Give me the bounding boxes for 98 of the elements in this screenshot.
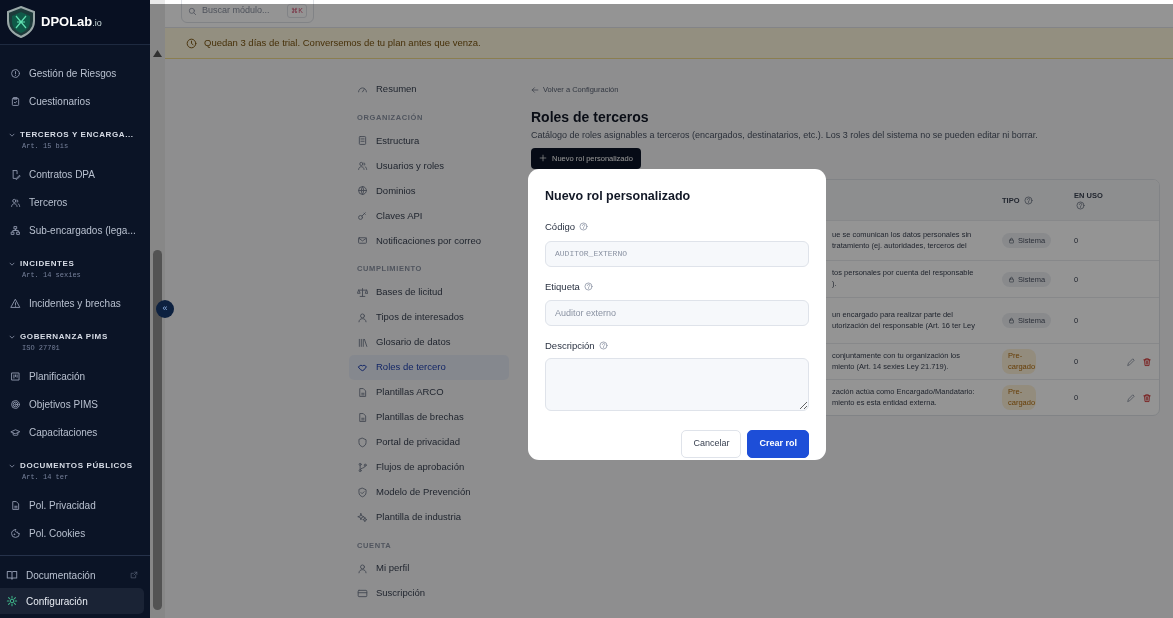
field-label: Descripción [545, 338, 595, 353]
document-icon [357, 411, 368, 423]
settings-nav-item[interactable]: Modelo de Prevención [349, 479, 509, 505]
users-icon [10, 196, 21, 208]
cancel-button[interactable]: Cancelar [681, 430, 742, 458]
sidebar-item[interactable]: Contratos DPA [0, 160, 150, 188]
graduation-cap-icon [10, 426, 21, 438]
sidebar-item[interactable]: Configuración [0, 588, 144, 614]
key-icon [357, 210, 368, 222]
field-label: Código [545, 219, 576, 234]
description-field[interactable] [545, 358, 809, 411]
settings-nav-item[interactable]: Estructura [349, 128, 509, 154]
shield-icon [357, 436, 368, 448]
settings-nav-item[interactable]: Portal de privacidad [349, 429, 509, 455]
hierarchy-icon [10, 224, 21, 236]
gauge-icon [357, 84, 368, 95]
help-icon [1023, 195, 1033, 205]
help-icon [579, 222, 589, 232]
label-field[interactable]: Auditor externo [545, 299, 809, 326]
lock-icon [1008, 275, 1015, 283]
globe-icon [357, 185, 368, 197]
envelope-icon [357, 235, 368, 247]
sidebar-item[interactable]: Sub-encargados (lega... [0, 216, 150, 244]
book-icon [6, 569, 18, 581]
brand-name: DPOLab.io [41, 13, 102, 32]
sidebar-item[interactable]: Pol. Cookies [0, 519, 150, 547]
settings-nav-item[interactable]: Mi perfil [349, 555, 509, 581]
plus-icon [539, 154, 547, 163]
arrow-left-icon [531, 86, 539, 94]
settings-nav-item[interactable]: Suscripción [349, 580, 509, 606]
sidebar-item[interactable]: Planificación [0, 362, 150, 390]
sidebar-item[interactable]: Incidentes y brechas [0, 289, 150, 317]
document-pen-icon [10, 168, 21, 180]
help-icon [583, 282, 593, 292]
alert-icon [10, 67, 21, 79]
cookie-icon [10, 527, 21, 539]
settings-nav-item[interactable]: Usuarios y roles [349, 153, 509, 179]
document-icon [10, 499, 21, 511]
help-icon [598, 341, 608, 351]
sidebar-item[interactable]: Objetivos PIMS [0, 390, 150, 418]
settings-nav-item[interactable]: Roles de tercero [349, 354, 509, 380]
settings-nav-item[interactable]: Plantilla de industria [349, 504, 509, 530]
section-header[interactable]: GOBERNANZA PIMS [8, 331, 150, 343]
warning-icon [10, 297, 21, 309]
settings-nav-item[interactable]: Flujos de aprobación [349, 454, 509, 480]
collapse-button[interactable]: « [156, 300, 174, 318]
shield-logo-icon [6, 6, 36, 38]
card-icon [357, 587, 368, 599]
settings-nav-item[interactable]: Glosario de datos [349, 329, 509, 355]
building-icon [357, 135, 368, 147]
settings-nav-item[interactable]: Claves API [349, 203, 509, 229]
books-icon [357, 336, 368, 348]
delete-icon[interactable] [1142, 356, 1152, 367]
sidebar-item[interactable]: Documentación [0, 562, 144, 588]
sidebar-item[interactable]: Capacitaciones [0, 418, 150, 446]
scroll-up-arrow-icon[interactable] [153, 50, 162, 57]
scrollbar[interactable] [150, 0, 165, 618]
sidebar-item[interactable]: Pol. Privacidad [0, 491, 150, 519]
edit-icon[interactable] [1126, 356, 1136, 367]
modal-title: Nuevo rol personalizado [545, 188, 692, 205]
gear-icon [6, 595, 18, 607]
create-button[interactable]: Crear rol [747, 430, 809, 458]
sparkle-icon [357, 511, 368, 523]
page-subtitle: Catálogo de roles asignables a terceros (encargados, destinatarios, etc.). Los 3 roles del sistema no se pueden editar ni borrar. [531, 129, 1039, 142]
page-title: Roles de terceros [531, 108, 650, 127]
field-label: Etiqueta [545, 279, 580, 294]
sidebar-item[interactable]: Cuestionarios [0, 87, 150, 115]
edit-icon[interactable] [1126, 392, 1136, 403]
lock-icon [1008, 237, 1015, 245]
banner-text: Quedan 3 días de trial. Conversemos de tu plan antes que venza. [204, 35, 481, 50]
settings-nav-item[interactable]: Bases de licitud [349, 279, 509, 305]
target-icon [10, 398, 21, 410]
users-icon [357, 160, 368, 172]
settings-nav-item[interactable]: Tipos de interesados [349, 304, 509, 330]
help-icon [1076, 201, 1085, 211]
sidebar-item[interactable]: Terceros [0, 188, 150, 216]
search-icon [188, 6, 197, 16]
settings-nav-item[interactable]: Plantillas de brechas [349, 404, 509, 430]
settings-nav-item[interactable]: Resumen [349, 77, 509, 102]
settings-nav-item[interactable]: Plantillas ARCO [349, 379, 509, 405]
person-icon [357, 562, 368, 574]
branch-icon [357, 461, 368, 473]
settings-nav-item[interactable]: Notificaciones por correo [349, 228, 509, 254]
lock-icon [1008, 317, 1015, 325]
shield-check-icon [357, 486, 368, 498]
clock-icon [186, 37, 197, 49]
clipboard-icon [10, 95, 21, 107]
section-header[interactable]: TERCEROS Y ENCARGA... [8, 129, 150, 141]
code-field[interactable]: AUDITOR_EXTERNO [545, 240, 809, 267]
section-header[interactable]: DOCUMENTOS PÚBLICOS [8, 460, 150, 472]
settings-nav-item[interactable]: Dominios [349, 178, 509, 204]
scale-icon [357, 286, 368, 298]
sidebar-item[interactable]: Gestión de Riesgos [0, 59, 150, 87]
board-icon [10, 370, 21, 382]
person-icon [357, 311, 368, 323]
section-header[interactable]: INCIDENTES [8, 258, 150, 270]
delete-icon[interactable] [1142, 392, 1152, 403]
document-icon [357, 386, 368, 398]
